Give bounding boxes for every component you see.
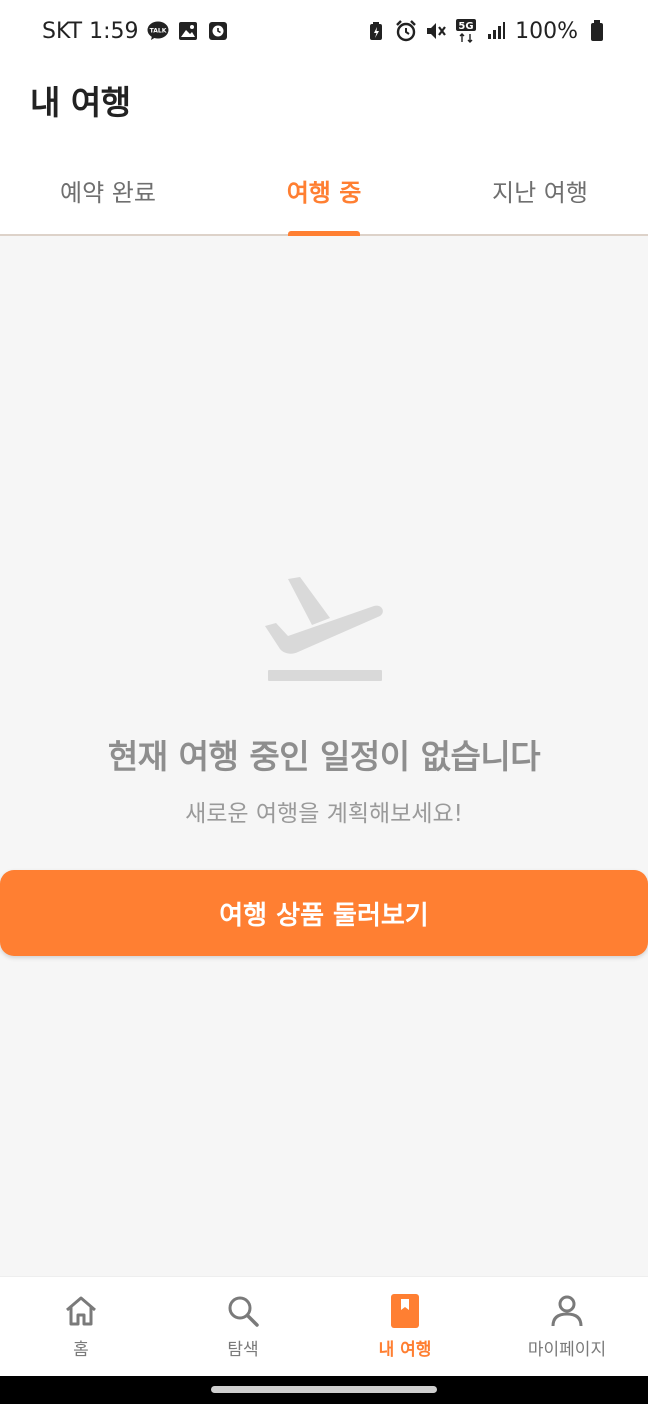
carrier-time: SKT 1:59 [42, 18, 139, 44]
user-icon [551, 1295, 583, 1327]
alarm-icon [395, 20, 417, 42]
mute-icon [425, 20, 447, 42]
status-bar: SKT 1:59 TALK 5G 100% [0, 0, 648, 62]
tab-past-trips[interactable]: 지난 여행 [432, 146, 648, 234]
nav-item-my-trips[interactable]: 내 여행 [324, 1277, 486, 1376]
signal-icon [485, 20, 507, 42]
battery-percent: 100% [515, 18, 578, 44]
tab-label: 지난 여행 [492, 178, 588, 207]
svg-text:TALK: TALK [149, 28, 166, 35]
clock-icon [207, 20, 229, 42]
empty-state-subtitle: 새로운 여행을 계획해보세요! [185, 801, 463, 827]
tab-label: 여행 중 [286, 178, 362, 207]
tab-label: 예약 완료 [60, 178, 156, 207]
nav-label: 탐색 [227, 1340, 259, 1360]
bottom-nav: 홈 탐색 내 여행 마이페이지 [0, 1276, 648, 1376]
nav-label: 마이페이지 [527, 1340, 607, 1360]
status-right: 5G 100% [365, 19, 608, 44]
system-nav-bar [0, 1376, 648, 1404]
browse-products-button[interactable]: 여행 상품 둘러보기 [0, 870, 648, 956]
app-header: 내 여행 [0, 62, 648, 146]
empty-state-title: 현재 여행 중인 일정이 없습니다 [107, 737, 541, 776]
battery-icon [586, 20, 608, 42]
status-left: SKT 1:59 TALK [42, 19, 229, 44]
main-content: 현재 여행 중인 일정이 없습니다 새로운 여행을 계획해보세요! 여행 상품 … [0, 236, 648, 1276]
kakaotalk-icon: TALK [147, 20, 169, 42]
nav-label: 내 여행 [378, 1340, 432, 1360]
gallery-icon [177, 20, 199, 42]
battery-saver-icon [365, 20, 387, 42]
nav-item-explore[interactable]: 탐색 [162, 1277, 324, 1376]
tab-booked[interactable]: 예약 완료 [0, 146, 216, 234]
home-icon [66, 1296, 96, 1326]
nav-item-my-page[interactable]: 마이페이지 [486, 1277, 648, 1376]
home-gesture-bar[interactable] [211, 1386, 437, 1393]
nav-label: 홈 [73, 1340, 89, 1360]
trip-tabs: 예약 완료 여행 중 지난 여행 [0, 146, 648, 236]
page-title: 내 여행 [30, 83, 131, 122]
svg-text:5G: 5G [459, 21, 474, 32]
bookmark-book-icon [391, 1294, 419, 1328]
5g-icon: 5G [455, 19, 477, 43]
search-icon [228, 1296, 259, 1327]
tab-traveling[interactable]: 여행 중 [216, 146, 432, 236]
airplane-takeoff-icon [265, 577, 383, 681]
nav-item-home[interactable]: 홈 [0, 1277, 162, 1376]
